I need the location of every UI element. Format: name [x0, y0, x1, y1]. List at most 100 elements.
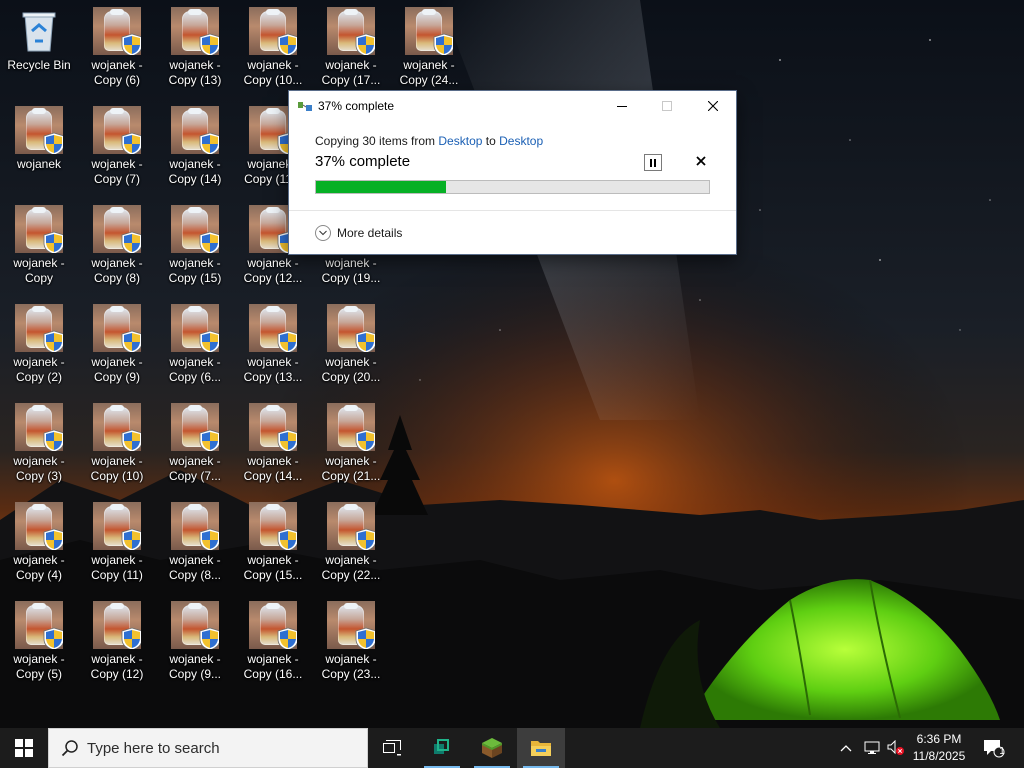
uac-shield-icon: [277, 528, 297, 550]
desktop-file-label: wojanek - Copy (5): [13, 652, 65, 681]
uac-shield-icon: [277, 627, 297, 649]
desktop-file-label: wojanek - Copy (10): [90, 454, 144, 483]
uac-shield-icon: [43, 429, 63, 451]
desktop-file-icon[interactable]: wojanek - Copy (17...: [312, 0, 390, 96]
uac-shield-icon: [277, 33, 297, 55]
uac-shield-icon: [121, 33, 141, 55]
desktop-file-icon[interactable]: wojanek - Copy (14...: [234, 396, 312, 492]
taskbar-app-minecraft[interactable]: [468, 728, 516, 768]
desktop-file-icon[interactable]: wojanek - Copy (22...: [312, 495, 390, 591]
desktop-file-icon[interactable]: wojanek - Copy (15...: [234, 495, 312, 591]
to-word: to: [482, 134, 500, 148]
uac-shield-icon: [433, 33, 453, 55]
recycle-bin-graphic: [15, 7, 63, 55]
search-icon: [61, 740, 78, 757]
notification-count: 1: [999, 746, 1005, 757]
chevron-down-icon: [315, 225, 331, 241]
more-details-toggle[interactable]: More details: [315, 223, 402, 243]
action-center-button[interactable]: 1: [978, 728, 1010, 768]
desktop-file-icon[interactable]: wojanek - Copy (20...: [312, 297, 390, 393]
desktop-file-label: wojanek - Copy (12): [90, 652, 144, 681]
desktop-file-icon[interactable]: wojanek - Copy (13): [156, 0, 234, 96]
taskbar-search[interactable]: [48, 728, 368, 768]
desktop-file-label: wojanek - Copy (23...: [321, 652, 381, 681]
desktop-file-label: wojanek - Copy (9...: [168, 652, 222, 681]
desktop-file-label: wojanek - Copy (12...: [243, 256, 303, 285]
file-thumbnail: [15, 304, 63, 352]
progress-bar: [315, 180, 710, 194]
desktop-file-icon[interactable]: wojanek - Copy (2): [0, 297, 78, 393]
desktop-file-icon[interactable]: wojanek - Copy (8...: [156, 495, 234, 591]
more-details-label: More details: [337, 226, 403, 240]
maximize-button: [644, 91, 690, 121]
show-hidden-icons-button[interactable]: [834, 728, 858, 768]
desktop-file-label: wojanek - Copy (13...: [243, 355, 303, 384]
source-link[interactable]: Desktop: [438, 134, 482, 148]
close-button[interactable]: [690, 91, 736, 121]
desktop-file-icon[interactable]: wojanek - Copy (9): [78, 297, 156, 393]
desktop-file-icon[interactable]: wojanek - Copy (24...: [390, 0, 468, 96]
windows-logo-icon: [15, 739, 33, 757]
desktop-file-icon[interactable]: wojanek - Copy (13...: [234, 297, 312, 393]
desktop-file-icon[interactable]: wojanek - Copy (12): [78, 594, 156, 690]
desktop-file-icon[interactable]: wojanek - Copy (15): [156, 198, 234, 294]
destination-link[interactable]: Desktop: [499, 134, 543, 148]
uac-shield-icon: [277, 429, 297, 451]
desktop-file-label: wojanek - Copy (21...: [321, 454, 381, 483]
pause-button[interactable]: [644, 154, 662, 171]
desktop-file-icon[interactable]: wojanek - Copy (6...: [156, 297, 234, 393]
desktop-file-icon[interactable]: wojanek: [0, 99, 78, 195]
desktop-file-icon[interactable]: wojanek - Copy (11): [78, 495, 156, 591]
minecraft-icon: [482, 738, 502, 758]
network-button[interactable]: [860, 728, 884, 768]
uac-shield-icon: [199, 231, 219, 253]
task-view-button[interactable]: [368, 728, 416, 768]
cancel-copy-button[interactable]: [693, 153, 709, 169]
uac-shield-icon: [355, 330, 375, 352]
desktop-file-icon[interactable]: wojanek - Copy: [0, 198, 78, 294]
desktop-file-icon[interactable]: wojanek - Copy (4): [0, 495, 78, 591]
taskbar-app-edge[interactable]: [418, 728, 466, 768]
file-thumbnail: [93, 304, 141, 352]
desktop-file-icon[interactable]: wojanek - Copy (7...: [156, 396, 234, 492]
desktop-file-icon[interactable]: wojanek - Copy (7): [78, 99, 156, 195]
desktop-file-icon[interactable]: wojanek - Copy (6): [78, 0, 156, 96]
volume-button[interactable]: [884, 728, 908, 768]
minimize-button[interactable]: [599, 91, 645, 121]
recycle-bin-label: Recycle Bin: [7, 58, 71, 72]
desktop-file-icon[interactable]: wojanek - Copy (9...: [156, 594, 234, 690]
desktop-file-label: wojanek - Copy: [13, 256, 65, 285]
desktop-file-label: wojanek - Copy (2): [13, 355, 65, 384]
uac-shield-icon: [121, 330, 141, 352]
desktop-file-icon[interactable]: wojanek - Copy (16...: [234, 594, 312, 690]
desktop-file-icon[interactable]: wojanek - Copy (10...: [234, 0, 312, 96]
file-thumbnail: [93, 601, 141, 649]
file-thumbnail: [15, 106, 63, 154]
volume-muted-icon: [887, 740, 904, 755]
folder-icon: [531, 741, 551, 756]
desktop-file-label: wojanek - Copy (8): [91, 256, 143, 285]
desktop-file-label: wojanek - Copy (9): [91, 355, 143, 384]
uac-shield-icon: [121, 231, 141, 253]
search-input[interactable]: [87, 739, 347, 757]
pause-icon-bar: [650, 158, 652, 167]
desktop-file-icon[interactable]: wojanek - Copy (23...: [312, 594, 390, 690]
start-button[interactable]: [0, 728, 48, 768]
dialog-titlebar[interactable]: 37% complete: [289, 91, 736, 121]
desktop-file-icon[interactable]: wojanek - Copy (14): [156, 99, 234, 195]
uac-shield-icon: [199, 330, 219, 352]
desktop-file-icon[interactable]: wojanek - Copy (5): [0, 594, 78, 690]
taskbar-app-file-explorer[interactable]: [517, 728, 565, 768]
desktop-file-label: wojanek - Copy (7): [91, 157, 143, 186]
uac-shield-icon: [199, 33, 219, 55]
desktop-file-icon[interactable]: wojanek - Copy (10): [78, 396, 156, 492]
uac-shield-icon: [43, 132, 63, 154]
desktop-file-icon[interactable]: wojanek - Copy (21...: [312, 396, 390, 492]
taskbar-clock[interactable]: 6:36 PM 11/8/2025: [906, 728, 972, 768]
progress-bar-fill: [316, 181, 446, 193]
desktop-file-icon[interactable]: wojanek - Copy (8): [78, 198, 156, 294]
desktop-file-icon[interactable]: wojanek - Copy (3): [0, 396, 78, 492]
recycle-bin-icon[interactable]: Recycle Bin: [0, 0, 78, 96]
uac-shield-icon: [121, 132, 141, 154]
copy-summary: Copying 30 items from Desktop to Desktop: [315, 134, 543, 148]
